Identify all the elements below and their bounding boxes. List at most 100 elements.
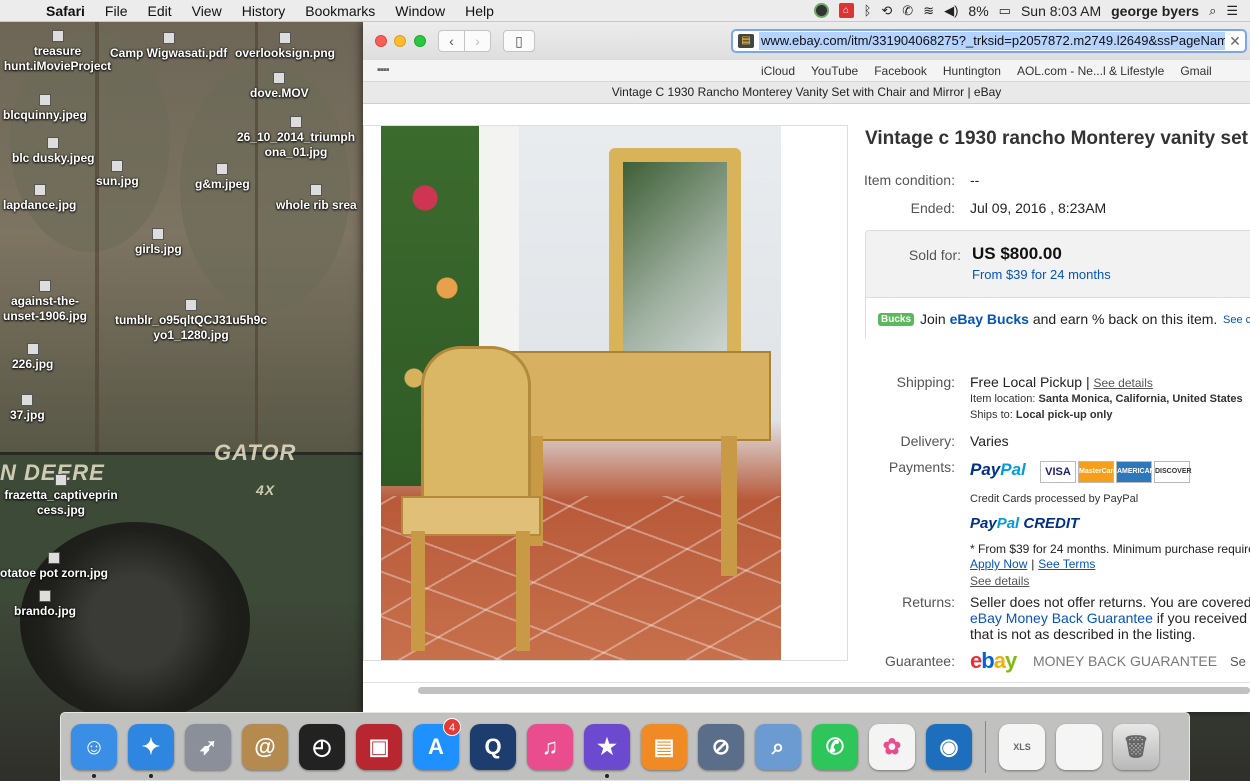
ended-label: Ended: xyxy=(910,200,955,216)
address-text[interactable]: www.ebay.com/itm/331904068275?_trksid=p2… xyxy=(759,32,1225,50)
dock-ibooks[interactable]: ▤ xyxy=(637,720,691,774)
page-tab-title[interactable]: Vintage C 1930 Rancho Monterey Vanity Se… xyxy=(363,82,1250,104)
dock-photos[interactable]: ✿ xyxy=(865,720,919,774)
desktop-icon[interactable]: brando.jpg xyxy=(14,590,76,619)
menu-view[interactable]: View xyxy=(182,3,232,19)
desktop-icon[interactable]: dove.MOV xyxy=(250,72,309,101)
sidebar-toggle-button[interactable]: ▯ xyxy=(503,30,535,52)
menu-window[interactable]: Window xyxy=(385,3,455,19)
menu-app-name[interactable]: Safari xyxy=(36,3,95,19)
dock-trash[interactable]: 🗑 xyxy=(1109,720,1163,774)
dock-app-store[interactable]: A4 xyxy=(409,717,463,774)
dock-photo-booth[interactable]: ▣ xyxy=(352,720,406,774)
favorite-aol[interactable]: AOL.com - Ne...l & Lifestyle xyxy=(1017,64,1164,78)
apply-now-link[interactable]: Apply Now xyxy=(970,557,1027,571)
photo-booth-icon: ▣ xyxy=(356,723,402,770)
battery-percent[interactable]: 8% xyxy=(968,3,988,19)
dock-no-entry[interactable]: ⊘ xyxy=(694,720,748,774)
phone-icon[interactable]: ✆ xyxy=(902,3,913,19)
desktop-icon[interactable]: blcquinny.jpeg xyxy=(3,94,87,123)
bluetooth-icon[interactable]: ᛒ xyxy=(864,3,872,18)
window-close-button[interactable] xyxy=(375,35,387,47)
window-zoom-button[interactable] xyxy=(414,35,426,47)
desktop-icon[interactable]: girls.jpg xyxy=(135,228,182,257)
desktop-icon[interactable]: lapdance.jpg xyxy=(3,184,76,213)
financing-link[interactable]: From $39 for 24 months xyxy=(972,267,1111,282)
dock-separator xyxy=(985,720,986,773)
desktop-icon[interactable]: overlooksign.png xyxy=(235,32,335,61)
dock-imovie[interactable]: ★ xyxy=(580,720,634,778)
desktop-icon[interactable]: frazetta_captiveprin cess.jpg xyxy=(0,474,122,518)
favorite-youtube[interactable]: YouTube xyxy=(811,64,858,78)
menubar-user[interactable]: george byers xyxy=(1111,3,1199,19)
item-photo[interactable] xyxy=(381,126,781,660)
menu-file[interactable]: File xyxy=(95,3,138,19)
home-status-icon[interactable]: ⌂ xyxy=(838,3,854,18)
favorite-facebook[interactable]: Facebook xyxy=(874,64,927,78)
card-logos: VISA MasterCard AMERICAN EXPRESS DISCOVE… xyxy=(1040,461,1192,483)
ibooks-icon: ▤ xyxy=(641,723,687,770)
favorite-icloud[interactable]: iCloud xyxy=(761,64,795,78)
desktop-icon[interactable]: 26_10_2014_triumph ona_01.jpg xyxy=(232,116,360,160)
file-thumbnail xyxy=(55,474,67,486)
dock-facetime[interactable]: ✆ xyxy=(808,720,862,774)
menu-history[interactable]: History xyxy=(232,3,296,19)
desktop-icon[interactable]: blc dusky.jpeg xyxy=(12,137,94,166)
horizontal-scrollbar[interactable] xyxy=(363,682,1250,712)
favorite-huntington[interactable]: Huntington xyxy=(943,64,1001,78)
desktop-icon[interactable]: tumblr_o95qltQCJ31u5h9c yo1_1280.jpg xyxy=(110,299,272,343)
desktop-icon[interactable]: against-the- unset-1906.jpg xyxy=(0,280,90,324)
dock-safari[interactable]: ✦ xyxy=(124,720,178,778)
menu-help[interactable]: Help xyxy=(455,3,504,19)
clear-address-icon[interactable]: ✕ xyxy=(1225,33,1245,50)
favorite-gmail[interactable]: Gmail xyxy=(1180,64,1211,78)
window-minimize-button[interactable] xyxy=(394,35,406,47)
bucks-see-conditions-link[interactable]: See c xyxy=(1223,314,1250,326)
desktop-icon[interactable]: g&m.jpeg xyxy=(195,163,250,192)
desktop-icon[interactable]: sun.jpg xyxy=(96,160,139,189)
menu-bookmarks[interactable]: Bookmarks xyxy=(295,3,385,19)
back-button[interactable]: ‹ xyxy=(438,30,465,52)
desktop-icon[interactable]: 37.jpg xyxy=(10,394,45,423)
dock-itunes[interactable]: ♫ xyxy=(523,720,577,774)
menu-edit[interactable]: Edit xyxy=(137,3,181,19)
desktop-icon[interactable]: otatoe pot zorn.jpg xyxy=(0,552,108,581)
volume-icon[interactable]: ◀) xyxy=(944,3,958,19)
dock-dashboard[interactable]: ◴ xyxy=(295,720,349,774)
money-back-guarantee-link[interactable]: eBay Money Back Guarantee xyxy=(970,610,1153,626)
forward-button[interactable]: › xyxy=(464,30,491,52)
desktop-icon[interactable]: whole rib srea xyxy=(276,184,357,213)
item-location-row: Item location: Santa Monica, California,… xyxy=(970,393,1243,405)
scrollbar-thumb[interactable] xyxy=(418,687,1250,694)
page-content: Vintage c 1930 rancho Monterey vanity se… xyxy=(363,104,1250,682)
dvd-player-icon: ◉ xyxy=(926,723,972,770)
dock-finder[interactable]: ☺ xyxy=(67,720,121,778)
notification-center-icon[interactable]: ☰ xyxy=(1226,3,1238,19)
sold-price: US $800.00 xyxy=(972,244,1062,263)
dock-screenshot-stack[interactable] xyxy=(1052,720,1106,774)
dock-dvd-player[interactable]: ◉ xyxy=(922,720,976,774)
file-thumbnail xyxy=(111,160,124,172)
dock-contacts[interactable]: @ xyxy=(238,720,292,774)
desktop-icon[interactable]: Camp Wigwasati.pdf xyxy=(110,32,227,61)
payments-row: Payments: PayPal VISA MasterCard AMERICA… xyxy=(860,459,1250,487)
time-machine-icon[interactable]: ⟲ xyxy=(881,3,892,19)
dock-launchpad[interactable]: ➶ xyxy=(181,720,235,774)
dock-xls-document[interactable]: XLS xyxy=(995,720,1049,774)
top-sites-grid-icon[interactable]: ▪▪▪▪ xyxy=(377,64,390,76)
spotlight-search-icon[interactable]: ⌕ xyxy=(1209,3,1216,19)
dock-quicktime[interactable]: Q xyxy=(466,720,520,774)
guarantee-see-link[interactable]: Se xyxy=(1230,654,1246,669)
ebay-bucks-link[interactable]: eBay Bucks xyxy=(950,311,1029,327)
desktop-icon[interactable]: 226.jpg xyxy=(12,343,53,372)
battery-icon[interactable]: ▭ xyxy=(999,3,1011,19)
address-bar[interactable]: ▤ www.ebay.com/itm/331904068275?_trksid=… xyxy=(731,29,1247,53)
credit-see-details-link[interactable]: See details xyxy=(970,574,1029,588)
wifi-icon[interactable]: ≋ xyxy=(923,3,934,19)
shipping-see-details-link[interactable]: See details xyxy=(1093,376,1152,390)
see-terms-link[interactable]: See Terms xyxy=(1038,557,1095,571)
status-app-icon[interactable] xyxy=(813,3,829,18)
desktop-icon[interactable]: treasure hunt.iMovieProject xyxy=(0,30,115,74)
menubar-clock[interactable]: Sun 8:03 AM xyxy=(1021,3,1101,19)
dock-preview[interactable]: ⌕ xyxy=(751,720,805,774)
